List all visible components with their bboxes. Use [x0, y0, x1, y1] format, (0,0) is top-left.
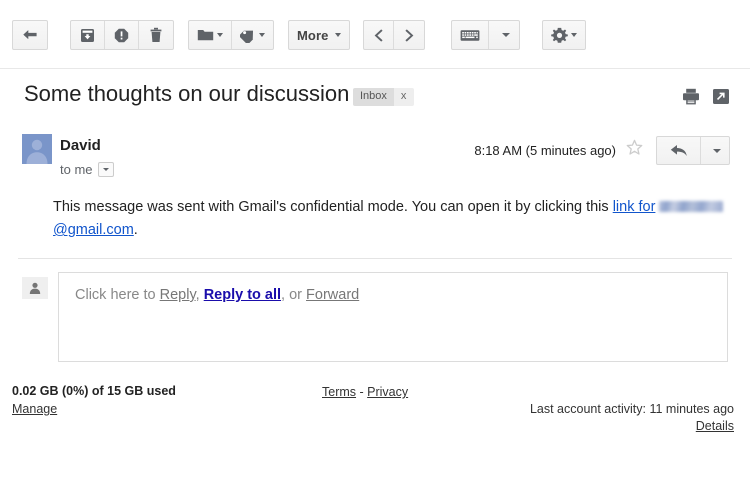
recipient-line: to me	[60, 162, 114, 177]
body-text-part1: This message was sent with Gmail's confi…	[53, 199, 613, 215]
keyboard-icon	[460, 29, 480, 42]
legal-links: Terms - Privacy	[322, 385, 408, 399]
more-button[interactable]: More	[289, 21, 349, 49]
settings-button[interactable]	[543, 21, 585, 49]
message-divider	[18, 258, 732, 259]
subject-header: Some thoughts on our discussion Inbox x	[0, 70, 750, 124]
move-to-button[interactable]	[189, 21, 232, 49]
star-button[interactable]	[625, 139, 644, 162]
star-outline-icon	[626, 139, 643, 155]
archive-icon	[80, 28, 95, 43]
back-to-inbox-button[interactable]	[13, 21, 47, 49]
chevron-down-icon	[712, 148, 721, 153]
message-more-options-button[interactable]	[701, 137, 729, 164]
confidential-link-part2[interactable]: @gmail.com	[53, 222, 134, 238]
reply-button-group	[656, 136, 730, 165]
reply-prompt-comma: ,	[195, 287, 204, 303]
redacted-email-username	[659, 201, 724, 212]
settings-group	[542, 20, 587, 50]
archive-button[interactable]	[71, 21, 105, 49]
chevron-down-icon	[571, 33, 578, 37]
folder-icon	[197, 28, 214, 42]
legal-separator: -	[356, 385, 368, 399]
display-density-dropdown[interactable]	[489, 21, 519, 49]
reply-prompt-or: , or	[281, 287, 307, 303]
more-button-group: More	[288, 20, 351, 50]
report-spam-icon	[114, 28, 129, 43]
body-text-period: .	[133, 222, 138, 238]
reply-button[interactable]	[657, 137, 701, 164]
person-avatar-icon	[22, 134, 52, 164]
chevron-down-icon	[102, 168, 109, 171]
storage-usage-text: 0.02 GB (0%) of 15 GB used	[12, 384, 176, 398]
navigation-group	[363, 20, 426, 50]
chevron-down-icon	[501, 33, 510, 37]
organize-group	[188, 20, 274, 50]
label-chip-inbox: Inbox x	[353, 88, 415, 106]
reply-avatar	[22, 277, 48, 299]
label-chip-remove-button[interactable]: x	[393, 88, 415, 106]
display-density-button[interactable]	[452, 21, 490, 49]
toolbar-button-row: More	[12, 20, 587, 50]
gear-icon	[551, 27, 569, 44]
manage-storage-link[interactable]: Manage	[12, 402, 57, 416]
labels-button[interactable]	[232, 21, 273, 49]
back-button-group	[12, 20, 48, 50]
forward-link[interactable]: Forward	[306, 287, 359, 303]
sender-name: David	[60, 137, 101, 154]
back-arrow-icon	[22, 28, 39, 43]
chevron-left-icon	[373, 28, 384, 43]
activity-details-link[interactable]: Details	[530, 419, 734, 433]
more-label: More	[297, 27, 329, 43]
previous-message-button[interactable]	[364, 21, 395, 49]
reply-prompt: Click here to Reply, Reply to all, or Fo…	[75, 287, 359, 303]
recipient-details-toggle[interactable]	[97, 162, 114, 177]
reply-arrow-icon	[670, 143, 688, 158]
person-small-icon	[29, 282, 41, 294]
page-title: Some thoughts on our discussion	[24, 81, 350, 106]
chevron-right-icon	[404, 28, 415, 43]
display-density-group	[451, 20, 521, 50]
confidential-link-part1[interactable]: link for	[613, 199, 656, 215]
message-meta: 8:18 AM (5 minutes ago)	[474, 136, 730, 165]
reply-input-box[interactable]: Click here to Reply, Reply to all, or Fo…	[58, 272, 728, 362]
chevron-down-icon	[259, 33, 265, 37]
printer-icon	[683, 88, 699, 105]
open-in-new-window-icon	[713, 89, 729, 104]
recipient-label: to me	[60, 162, 93, 177]
message-actions-group	[70, 20, 174, 50]
print-button[interactable]	[682, 88, 700, 110]
chevron-down-icon	[335, 33, 342, 37]
open-in-new-window-button[interactable]	[712, 88, 730, 110]
account-activity: Last account activity: 11 minutes ago De…	[530, 402, 734, 433]
delete-button[interactable]	[139, 21, 173, 49]
header-actions	[682, 88, 730, 110]
report-spam-button[interactable]	[105, 21, 139, 49]
message-timestamp: 8:18 AM (5 minutes ago)	[474, 143, 616, 158]
message-body: This message was sent with Gmail's confi…	[53, 196, 739, 242]
tag-icon	[240, 28, 256, 43]
reply-prompt-prefix: Click here to	[75, 287, 160, 303]
reply-link[interactable]: Reply	[160, 287, 196, 303]
terms-link[interactable]: Terms	[322, 385, 356, 399]
reply-to-all-link[interactable]: Reply to all	[204, 287, 281, 303]
privacy-link[interactable]: Privacy	[367, 385, 408, 399]
last-activity-text: Last account activity: 11 minutes ago	[529, 402, 734, 416]
trash-icon	[149, 27, 163, 43]
chevron-down-icon	[217, 33, 223, 37]
next-message-button[interactable]	[394, 21, 424, 49]
avatar	[22, 134, 52, 164]
toolbar: More	[0, 0, 750, 69]
label-chip-name[interactable]: Inbox	[353, 88, 394, 106]
